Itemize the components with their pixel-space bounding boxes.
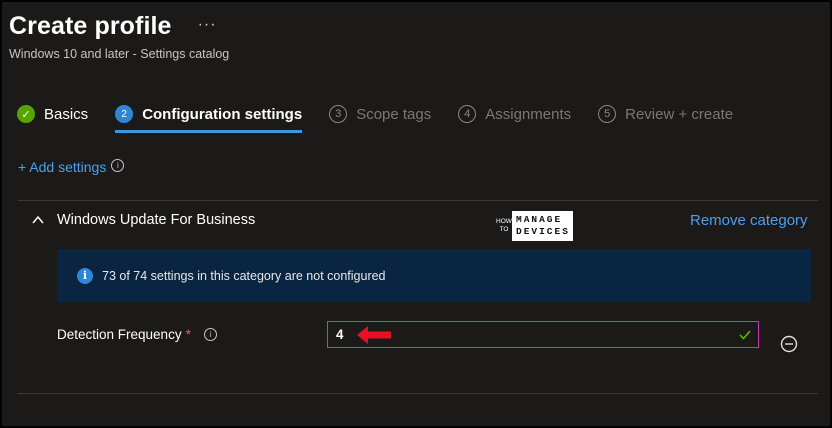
- step-review-create[interactable]: 5 Review + create: [598, 103, 733, 125]
- watermark-box-text: HOW: [496, 218, 512, 225]
- minus-circle-icon[interactable]: [780, 335, 798, 353]
- info-icon: i: [77, 267, 93, 284]
- detection-frequency-label: Detection Frequency * i: [57, 327, 217, 342]
- wizard-steps: ✓ Basics 2 Configuration settings 3 Scop…: [17, 103, 760, 133]
- step-configuration-settings[interactable]: 2 Configuration settings: [115, 103, 303, 133]
- info-banner: i 73 of 74 settings in this category are…: [57, 249, 811, 302]
- more-options-button[interactable]: ···: [198, 16, 217, 34]
- page-title: Create profile: [9, 12, 172, 40]
- checkmark-icon: [739, 330, 751, 340]
- step-label: Review + create: [625, 105, 734, 123]
- chevron-up-icon[interactable]: [31, 213, 45, 227]
- watermark-box-text: TO: [499, 226, 509, 233]
- divider: [18, 393, 818, 394]
- step-label: Configuration settings: [142, 105, 303, 123]
- watermark-line: DEVICES: [516, 226, 570, 237]
- info-banner-text: 73 of 74 settings in this category are n…: [102, 268, 386, 283]
- required-indicator: *: [185, 327, 191, 342]
- watermark-box: HOW TO: [496, 211, 512, 241]
- step-number-badge: 4: [458, 105, 477, 123]
- step-scope-tags[interactable]: 3 Scope tags: [329, 103, 431, 125]
- watermark-line: MANAGE: [516, 214, 563, 225]
- step-basics[interactable]: ✓ Basics: [17, 103, 88, 125]
- annotation-arrow-icon: [357, 326, 391, 344]
- step-assignments[interactable]: 4 Assignments: [458, 103, 571, 125]
- title-row: Create profile ···: [9, 12, 217, 41]
- add-settings-label: + Add settings: [18, 159, 107, 175]
- setting-label-text: Detection Frequency: [57, 327, 182, 342]
- page-subtitle: Windows 10 and later - Settings catalog: [9, 47, 230, 61]
- watermark-logo: HOW TO MANAGE DEVICES: [496, 211, 573, 241]
- checkmark-badge-icon: ✓: [17, 105, 35, 123]
- remove-category-link[interactable]: Remove category: [690, 212, 808, 229]
- step-label: Assignments: [485, 105, 572, 123]
- step-label: Scope tags: [356, 105, 432, 123]
- step-number-badge: 5: [598, 105, 617, 123]
- info-icon[interactable]: i: [203, 328, 217, 341]
- divider: [18, 200, 818, 201]
- step-number-badge: 3: [329, 105, 348, 123]
- watermark-text: MANAGE DEVICES: [516, 214, 570, 238]
- category-title: Windows Update For Business: [57, 212, 256, 228]
- add-settings-link[interactable]: + Add settings i: [18, 159, 125, 175]
- input-value: 4: [336, 327, 344, 342]
- step-number-badge: 2: [115, 105, 134, 123]
- step-label: Basics: [44, 105, 89, 123]
- info-icon[interactable]: i: [111, 159, 125, 172]
